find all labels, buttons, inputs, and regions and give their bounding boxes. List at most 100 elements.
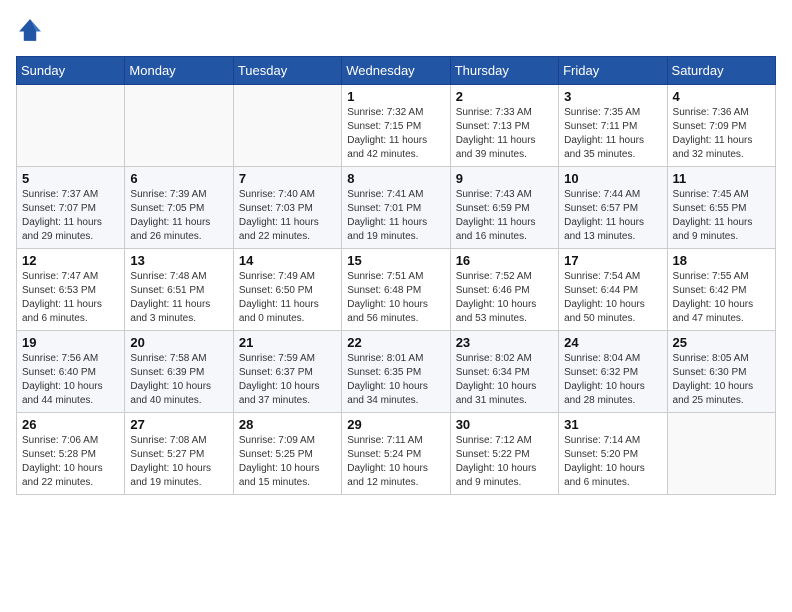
calendar-cell: 14Sunrise: 7:49 AM Sunset: 6:50 PM Dayli…: [233, 249, 341, 331]
day-number: 17: [564, 253, 661, 268]
page-header: [16, 16, 776, 44]
calendar-cell: 25Sunrise: 8:05 AM Sunset: 6:30 PM Dayli…: [667, 331, 775, 413]
day-info: Sunrise: 7:40 AM Sunset: 7:03 PM Dayligh…: [239, 188, 336, 244]
calendar-cell: 15 Sunrise: 7:51 AM Sunset: 6:48 PM Dayli…: [342, 249, 450, 331]
day-number: 4: [673, 89, 770, 104]
calendar: SundayMondayTuesdayWednesdayThursdayFrid…: [16, 56, 776, 495]
calendar-cell: 1 Sunrise: 7:32 AM Sunset: 7:15 PM Daylig…: [342, 85, 450, 167]
column-header-monday: Monday: [125, 57, 233, 85]
day-number: 11: [673, 171, 770, 186]
day-info: Sunrise: 7:45 AM Sunset: 6:55 PM Dayligh…: [673, 188, 770, 244]
day-info: Sunrise: 7:37 AM Sunset: 7:07 PM Dayligh…: [22, 188, 119, 244]
day-info: Sunrise: 7:33 AM Sunset: 7:13 PM Dayligh…: [456, 106, 553, 162]
calendar-cell: [667, 413, 775, 495]
calendar-cell: 12 Sunrise: 7:47 AM Sunset: 6:53 PM Dayli…: [17, 249, 125, 331]
calendar-cell: 24 Sunrise: 8:04 AM Sunset: 6:32 PM Dayli…: [559, 331, 667, 413]
day-info: Sunrise: 7:14 AM Sunset: 5:20 PM Dayligh…: [564, 434, 661, 490]
day-number: 21: [239, 335, 336, 350]
day-number: 23: [456, 335, 553, 350]
day-number: 16: [456, 253, 553, 268]
day-info: Sunrise: 7:12 AM Sunset: 5:22 PM Dayligh…: [456, 434, 553, 490]
calendar-cell: 23 Sunrise: 8:02 AM Sunset: 6:34 PM Dayli…: [450, 331, 558, 413]
day-info: Sunrise: 7:55 AM Sunset: 6:42 PM Dayligh…: [673, 270, 770, 326]
day-number: 12: [22, 253, 119, 268]
day-info: Sunrise: 7:58 AM Sunset: 6:39 PM Dayligh…: [130, 352, 227, 408]
day-info: Sunrise: 7:08 AM Sunset: 5:27 PM Dayligh…: [130, 434, 227, 490]
calendar-cell: 17 Sunrise: 7:54 AM Sunset: 6:44 PM Dayli…: [559, 249, 667, 331]
calendar-week-row: 19Sunrise: 7:56 AM Sunset: 6:40 PM Dayli…: [17, 331, 776, 413]
day-number: 24: [564, 335, 661, 350]
calendar-week-row: 1 Sunrise: 7:32 AM Sunset: 7:15 PM Daylig…: [17, 85, 776, 167]
day-number: 10: [564, 171, 661, 186]
day-info: Sunrise: 7:39 AM Sunset: 7:05 PM Dayligh…: [130, 188, 227, 244]
day-number: 9: [456, 171, 553, 186]
calendar-cell: 18Sunrise: 7:55 AM Sunset: 6:42 PM Dayli…: [667, 249, 775, 331]
day-info: Sunrise: 7:48 AM Sunset: 6:51 PM Dayligh…: [130, 270, 227, 326]
calendar-cell: 16 Sunrise: 7:52 AM Sunset: 6:46 PM Dayli…: [450, 249, 558, 331]
day-info: Sunrise: 8:02 AM Sunset: 6:34 PM Dayligh…: [456, 352, 553, 408]
column-header-sunday: Sunday: [17, 57, 125, 85]
day-info: Sunrise: 7:44 AM Sunset: 6:57 PM Dayligh…: [564, 188, 661, 244]
day-number: 30: [456, 417, 553, 432]
day-info: Sunrise: 7:41 AM Sunset: 7:01 PM Dayligh…: [347, 188, 444, 244]
day-info: Sunrise: 7:09 AM Sunset: 5:25 PM Dayligh…: [239, 434, 336, 490]
calendar-cell: [17, 85, 125, 167]
day-info: Sunrise: 7:52 AM Sunset: 6:46 PM Dayligh…: [456, 270, 553, 326]
day-number: 29: [347, 417, 444, 432]
day-number: 25: [673, 335, 770, 350]
calendar-cell: 7 Sunrise: 7:40 AM Sunset: 7:03 PM Daylig…: [233, 167, 341, 249]
day-info: Sunrise: 7:06 AM Sunset: 5:28 PM Dayligh…: [22, 434, 119, 490]
day-number: 31: [564, 417, 661, 432]
logo-icon: [16, 16, 44, 44]
calendar-cell: 22 Sunrise: 8:01 AM Sunset: 6:35 PM Dayli…: [342, 331, 450, 413]
day-number: 15: [347, 253, 444, 268]
day-info: Sunrise: 7:32 AM Sunset: 7:15 PM Dayligh…: [347, 106, 444, 162]
calendar-cell: 19Sunrise: 7:56 AM Sunset: 6:40 PM Dayli…: [17, 331, 125, 413]
day-info: Sunrise: 7:11 AM Sunset: 5:24 PM Dayligh…: [347, 434, 444, 490]
day-info: Sunrise: 7:54 AM Sunset: 6:44 PM Dayligh…: [564, 270, 661, 326]
day-number: 20: [130, 335, 227, 350]
calendar-cell: 3 Sunrise: 7:35 AM Sunset: 7:11 PM Daylig…: [559, 85, 667, 167]
day-info: Sunrise: 7:51 AM Sunset: 6:48 PM Dayligh…: [347, 270, 444, 326]
day-info: Sunrise: 7:47 AM Sunset: 6:53 PM Dayligh…: [22, 270, 119, 326]
calendar-cell: 13Sunrise: 7:48 AM Sunset: 6:51 PM Dayli…: [125, 249, 233, 331]
calendar-cell: 5 Sunrise: 7:37 AM Sunset: 7:07 PM Daylig…: [17, 167, 125, 249]
column-header-tuesday: Tuesday: [233, 57, 341, 85]
day-info: Sunrise: 8:01 AM Sunset: 6:35 PM Dayligh…: [347, 352, 444, 408]
calendar-cell: 10 Sunrise: 7:44 AM Sunset: 6:57 PM Dayli…: [559, 167, 667, 249]
day-number: 1: [347, 89, 444, 104]
calendar-cell: 6Sunrise: 7:39 AM Sunset: 7:05 PM Daylig…: [125, 167, 233, 249]
day-number: 2: [456, 89, 553, 104]
day-number: 5: [22, 171, 119, 186]
calendar-cell: 27 Sunrise: 7:08 AM Sunset: 5:27 PM Dayli…: [125, 413, 233, 495]
day-info: Sunrise: 7:36 AM Sunset: 7:09 PM Dayligh…: [673, 106, 770, 162]
day-number: 3: [564, 89, 661, 104]
calendar-cell: 31 Sunrise: 7:14 AM Sunset: 5:20 PM Dayli…: [559, 413, 667, 495]
column-header-friday: Friday: [559, 57, 667, 85]
calendar-cell: 21 Sunrise: 7:59 AM Sunset: 6:37 PM Dayli…: [233, 331, 341, 413]
calendar-week-row: 5 Sunrise: 7:37 AM Sunset: 7:07 PM Daylig…: [17, 167, 776, 249]
calendar-cell: 20 Sunrise: 7:58 AM Sunset: 6:39 PM Dayli…: [125, 331, 233, 413]
day-info: Sunrise: 7:56 AM Sunset: 6:40 PM Dayligh…: [22, 352, 119, 408]
calendar-week-row: 12 Sunrise: 7:47 AM Sunset: 6:53 PM Dayli…: [17, 249, 776, 331]
calendar-cell: [125, 85, 233, 167]
day-number: 26: [22, 417, 119, 432]
day-number: 7: [239, 171, 336, 186]
calendar-cell: 9Sunrise: 7:43 AM Sunset: 6:59 PM Daylig…: [450, 167, 558, 249]
calendar-cell: 11 Sunrise: 7:45 AM Sunset: 6:55 PM Dayli…: [667, 167, 775, 249]
calendar-cell: 28 Sunrise: 7:09 AM Sunset: 5:25 PM Dayli…: [233, 413, 341, 495]
day-number: 22: [347, 335, 444, 350]
calendar-cell: 29 Sunrise: 7:11 AM Sunset: 5:24 PM Dayli…: [342, 413, 450, 495]
day-number: 14: [239, 253, 336, 268]
day-info: Sunrise: 7:59 AM Sunset: 6:37 PM Dayligh…: [239, 352, 336, 408]
day-number: 28: [239, 417, 336, 432]
day-number: 8: [347, 171, 444, 186]
day-info: Sunrise: 8:04 AM Sunset: 6:32 PM Dayligh…: [564, 352, 661, 408]
calendar-cell: 8 Sunrise: 7:41 AM Sunset: 7:01 PM Daylig…: [342, 167, 450, 249]
day-number: 27: [130, 417, 227, 432]
day-info: Sunrise: 7:35 AM Sunset: 7:11 PM Dayligh…: [564, 106, 661, 162]
calendar-cell: 26 Sunrise: 7:06 AM Sunset: 5:28 PM Dayli…: [17, 413, 125, 495]
calendar-cell: [233, 85, 341, 167]
column-header-thursday: Thursday: [450, 57, 558, 85]
column-header-saturday: Saturday: [667, 57, 775, 85]
